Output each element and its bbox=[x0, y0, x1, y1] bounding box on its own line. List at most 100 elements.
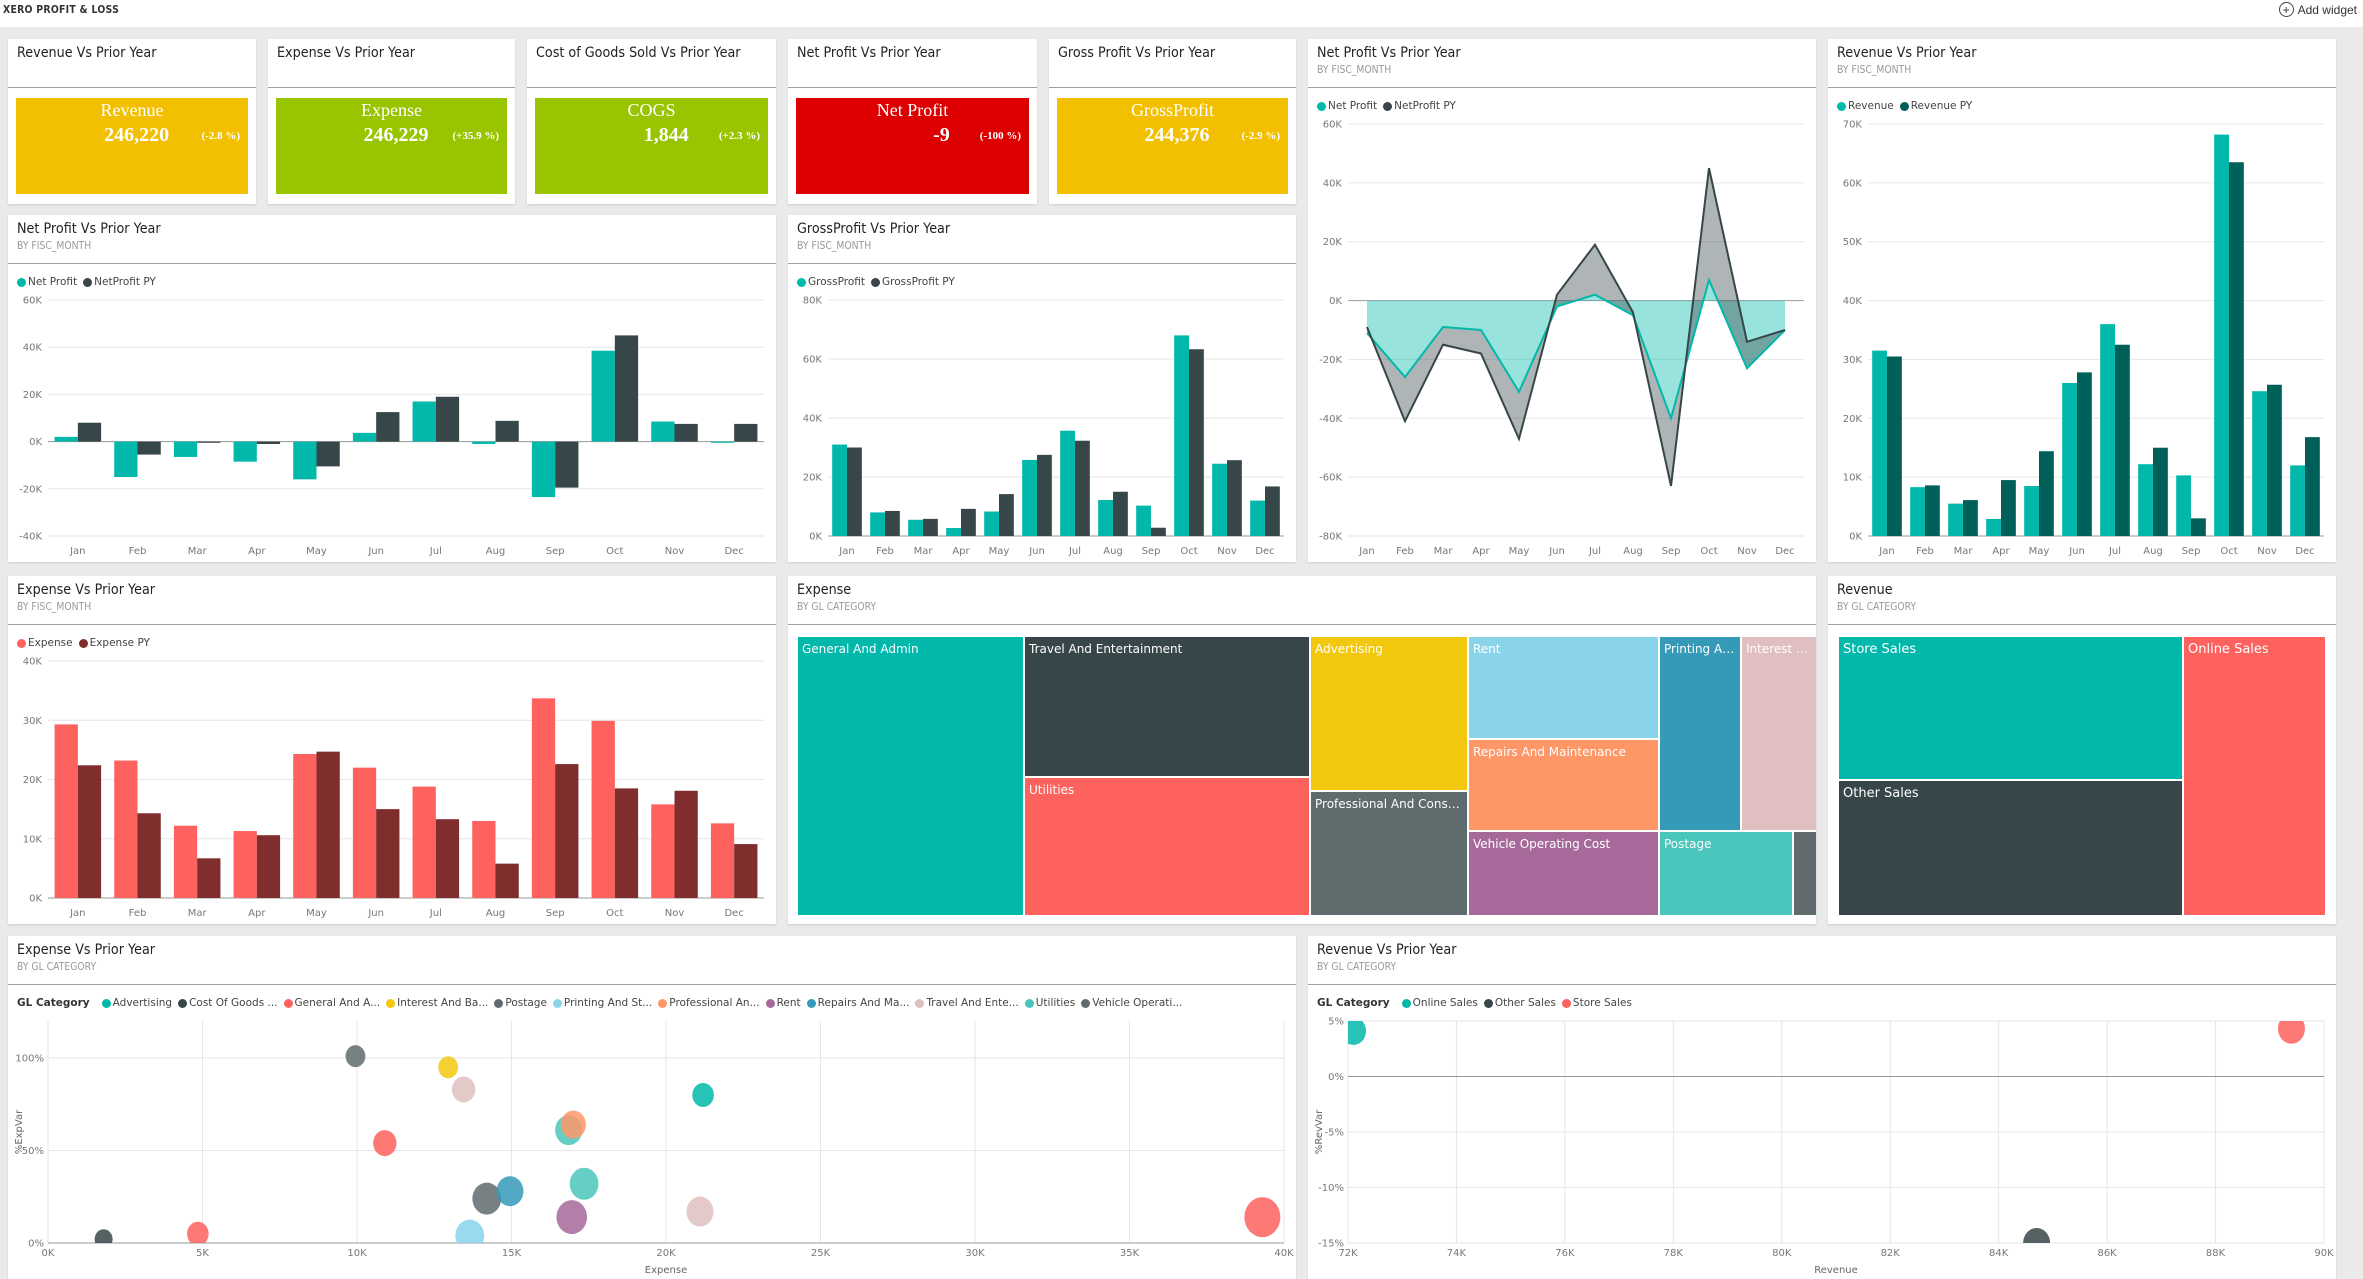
x-tick-label: 5K bbox=[196, 1248, 209, 1259]
x-tick-label: May bbox=[1509, 546, 1530, 557]
y-tick-label: 0K bbox=[1329, 296, 1342, 307]
revenue-treemap-card[interactable]: Revenue BY GL CATEGORY Store Sales Other… bbox=[1828, 576, 2336, 924]
bar bbox=[233, 831, 257, 898]
treemap-cell[interactable]: Interest An... bbox=[1741, 636, 1816, 831]
bar bbox=[233, 441, 257, 462]
add-widget-button[interactable]: + Add widget bbox=[2278, 2, 2357, 17]
bar bbox=[1174, 335, 1189, 536]
treemap-cell[interactable]: Professional And Consulti... bbox=[1310, 791, 1468, 916]
bar bbox=[412, 786, 436, 898]
kpi-card-gross-profit[interactable]: Gross Profit Vs Prior Year GrossProfit 2… bbox=[1049, 39, 1296, 204]
y-tick-label: 20K bbox=[23, 390, 43, 401]
revenue-treemap: Store Sales Other Sales Online Sales bbox=[1828, 625, 2336, 924]
treemap-cell[interactable]: Other Sales bbox=[1838, 780, 2183, 916]
x-tick-label: 72K bbox=[1338, 1248, 1358, 1259]
treemap-cell[interactable]: Store Sales bbox=[1838, 636, 2183, 780]
x-tick-label: Dec bbox=[2295, 546, 2314, 557]
bar bbox=[256, 835, 281, 898]
scatter-point[interactable] bbox=[455, 1219, 485, 1252]
net-profit-bar-card[interactable]: Net Profit Vs Prior Year BY FISC_MONTH N… bbox=[8, 215, 776, 562]
bar bbox=[173, 825, 198, 898]
expense-bar-card[interactable]: Expense Vs Prior Year BY FISC_MONTH Expe… bbox=[8, 576, 776, 924]
expense-scatter-card[interactable]: Expense Vs Prior Year BY GL CATEGORY GL … bbox=[8, 936, 1296, 1279]
x-tick-label: Sep bbox=[1142, 546, 1161, 557]
bar bbox=[1212, 463, 1227, 536]
treemap-cell[interactable]: Vehicle Operating Cost bbox=[1468, 831, 1659, 916]
scatter-point[interactable] bbox=[2023, 1228, 2051, 1258]
expense-treemap-card[interactable]: Expense BY GL CATEGORY General And Admin… bbox=[788, 576, 1816, 924]
x-tick-label: Jan bbox=[69, 546, 85, 557]
scatter-point[interactable] bbox=[438, 1056, 459, 1079]
bar bbox=[710, 823, 735, 898]
treemap-cell[interactable]: Postage bbox=[1659, 831, 1793, 916]
kpi-change: (-100 %) bbox=[979, 130, 1021, 142]
treemap-cell[interactable]: Repairs And Maintenance bbox=[1468, 739, 1659, 831]
kpi-value: 246,220 bbox=[104, 124, 170, 146]
scatter-point[interactable] bbox=[686, 1196, 714, 1227]
scatter-point[interactable] bbox=[345, 1045, 366, 1068]
scatter-point[interactable] bbox=[451, 1076, 476, 1103]
treemap-cell[interactable]: Printing An... bbox=[1659, 636, 1741, 831]
x-tick-label: 20K bbox=[656, 1248, 676, 1259]
bar bbox=[1037, 454, 1052, 536]
scatter-point[interactable] bbox=[496, 1176, 524, 1207]
gross-profit-bar-card[interactable]: GrossProfit Vs Prior Year BY FISC_MONTH … bbox=[788, 215, 1296, 562]
bar bbox=[885, 510, 900, 536]
treemap-cell[interactable]: Rent bbox=[1468, 636, 1659, 739]
bar bbox=[1910, 487, 1925, 536]
scatter-point[interactable] bbox=[373, 1130, 397, 1157]
x-tick-label: Oct bbox=[2220, 546, 2237, 557]
kpi-change: (-2.9 %) bbox=[1241, 130, 1281, 142]
net-profit-line-card[interactable]: Net Profit Vs Prior Year BY FISC_MONTH N… bbox=[1308, 39, 1816, 562]
x-tick-label: Apr bbox=[1992, 546, 2010, 557]
scatter-point[interactable] bbox=[556, 1200, 588, 1235]
x-tick-label: Dec bbox=[724, 908, 743, 919]
x-tick-label: 25K bbox=[811, 1248, 831, 1259]
treemap-cell[interactable]: Online Sales bbox=[2183, 636, 2326, 916]
x-tick-label: Mar bbox=[914, 546, 934, 557]
card-title: Net Profit Vs Prior Year bbox=[797, 45, 941, 61]
card-subtitle: BY FISC_MONTH bbox=[1837, 64, 1912, 76]
treemap-cell[interactable]: Advertising bbox=[1310, 636, 1468, 791]
card-subtitle: BY FISC_MONTH bbox=[17, 240, 92, 252]
revenue-bar-card[interactable]: Revenue Vs Prior Year BY FISC_MONTH Reve… bbox=[1828, 39, 2336, 562]
scatter-point[interactable] bbox=[472, 1182, 502, 1215]
bar bbox=[1189, 349, 1204, 536]
bar bbox=[495, 420, 519, 442]
y-tick-label: 50K bbox=[1843, 237, 1863, 248]
kpi-card-revenue[interactable]: Revenue Vs Prior Year Revenue 246,220 (-… bbox=[8, 39, 256, 204]
kpi-tile: Expense 246,229 (+35.9 %) bbox=[276, 98, 507, 194]
treemap-cell[interactable] bbox=[1793, 831, 1816, 916]
kpi-label: COGS bbox=[627, 100, 676, 120]
treemap-cell[interactable]: Utilities bbox=[1024, 777, 1310, 916]
bar bbox=[2100, 324, 2115, 536]
kpi-card-cogs[interactable]: Cost of Goods Sold Vs Prior Year COGS 1,… bbox=[527, 39, 776, 204]
scatter-point[interactable] bbox=[94, 1229, 113, 1249]
revenue-scatter-card[interactable]: Revenue Vs Prior Year BY GL CATEGORY GL … bbox=[1308, 936, 2336, 1279]
scatter-point[interactable] bbox=[1244, 1197, 1281, 1238]
y-axis-title: %RevVar bbox=[1314, 1109, 1325, 1154]
scatter-point[interactable] bbox=[560, 1110, 586, 1139]
scatter-point[interactable] bbox=[1341, 1017, 1367, 1045]
kpi-change: (+35.9 %) bbox=[452, 130, 499, 142]
y-tick-label: -40K bbox=[1319, 414, 1342, 425]
card-title: Expense Vs Prior Year bbox=[17, 582, 156, 598]
y-tick-label: 100% bbox=[15, 1054, 44, 1065]
scatter-point[interactable] bbox=[187, 1221, 209, 1246]
x-tick-label: Sep bbox=[546, 908, 565, 919]
add-widget-label: Add widget bbox=[2297, 2, 2357, 17]
kpi-card-expense[interactable]: Expense Vs Prior Year Expense 246,229 (+… bbox=[268, 39, 515, 204]
kpi-card-net-profit[interactable]: Net Profit Vs Prior Year Net Profit -9 (… bbox=[788, 39, 1037, 204]
treemap-label: Other Sales bbox=[1843, 786, 1919, 801]
treemap-cell[interactable]: Travel And Entertainment bbox=[1024, 636, 1310, 777]
treemap-label: Vehicle Operating Cost bbox=[1473, 837, 1611, 851]
bar bbox=[1113, 491, 1128, 536]
scatter-point[interactable] bbox=[2277, 1014, 2305, 1044]
card-title: Expense Vs Prior Year bbox=[17, 942, 156, 958]
scatter-point[interactable] bbox=[692, 1083, 714, 1107]
bar bbox=[2290, 465, 2305, 536]
bar bbox=[870, 512, 885, 536]
bar bbox=[1098, 500, 1113, 536]
scatter-point[interactable] bbox=[569, 1167, 599, 1200]
treemap-cell[interactable]: General And Admin bbox=[797, 636, 1024, 916]
